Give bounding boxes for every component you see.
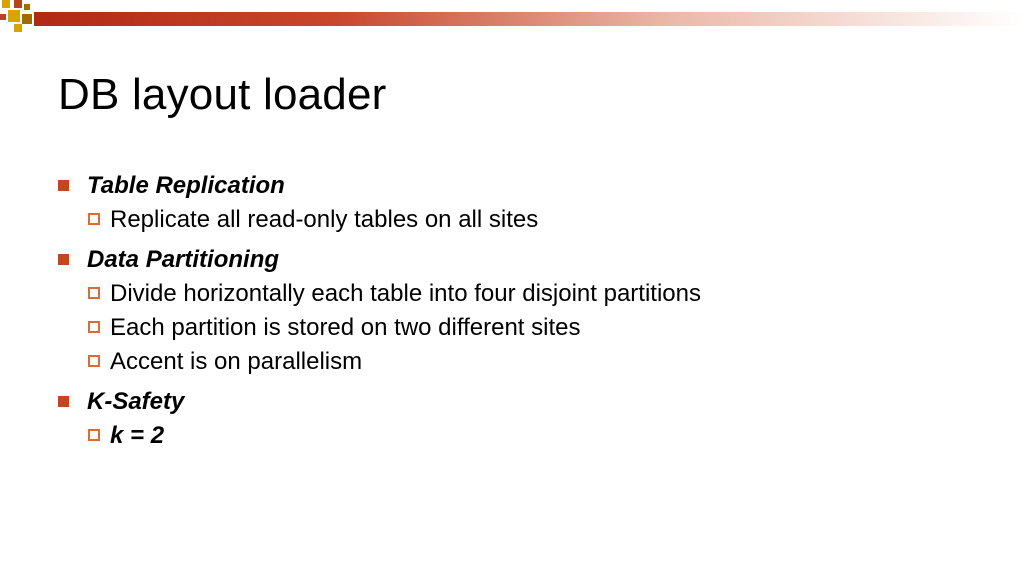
list-item-label: K-Safety [87,388,184,416]
square-bullet-icon [58,254,69,265]
list-subitem-label: Replicate all read-only tables on all si… [110,206,538,234]
list-subitem-label: k = 2 [110,422,164,450]
list-subitem-label: Divide horizontally each table into four… [110,280,701,308]
list-item: Table Replication [58,172,984,200]
list-subitem: Each partition is stored on two differen… [88,314,984,342]
list-item-label: Table Replication [87,172,285,200]
hollow-square-icon [88,321,100,333]
list-item: K-Safety [58,388,984,416]
hollow-square-icon [88,429,100,441]
square-bullet-icon [58,396,69,407]
list-subitem: k = 2 [88,422,984,450]
slide-title: DB layout loader [58,70,387,120]
slide-content: Table Replication Replicate all read-onl… [58,172,984,462]
top-gradient-bar [34,12,1024,26]
list-subitem-label: Each partition is stored on two differen… [110,314,580,342]
hollow-square-icon [88,355,100,367]
hollow-square-icon [88,287,100,299]
square-bullet-icon [58,180,69,191]
list-subitem-label: Accent is on parallelism [110,348,362,376]
pixel-logo [0,0,34,34]
list-subitem: Divide horizontally each table into four… [88,280,984,308]
list-item-label: Data Partitioning [87,246,279,274]
hollow-square-icon [88,213,100,225]
list-subitem: Replicate all read-only tables on all si… [88,206,984,234]
list-item: Data Partitioning [58,246,984,274]
list-subitem: Accent is on parallelism [88,348,984,376]
